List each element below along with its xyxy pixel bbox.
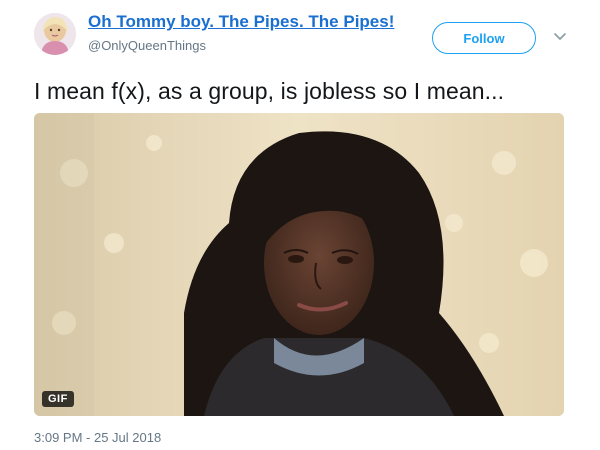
avatar-image — [34, 13, 76, 55]
gif-media[interactable]: GIF — [34, 113, 564, 416]
follow-button[interactable]: Follow — [432, 22, 536, 54]
tweet-text: I mean f(x), as a group, is jobless so I… — [34, 78, 505, 104]
avatar[interactable] — [34, 13, 76, 55]
tweet-timestamp[interactable]: 3:09 PM - 25 Jul 2018 — [34, 430, 161, 445]
gif-badge: GIF — [42, 391, 74, 407]
display-name[interactable]: Oh Tommy boy. The Pipes. The Pipes! — [88, 12, 394, 32]
chevron-down-icon[interactable] — [552, 28, 568, 44]
user-handle[interactable]: @OnlyQueenThings — [88, 38, 206, 53]
gif-frame-image — [34, 113, 564, 416]
